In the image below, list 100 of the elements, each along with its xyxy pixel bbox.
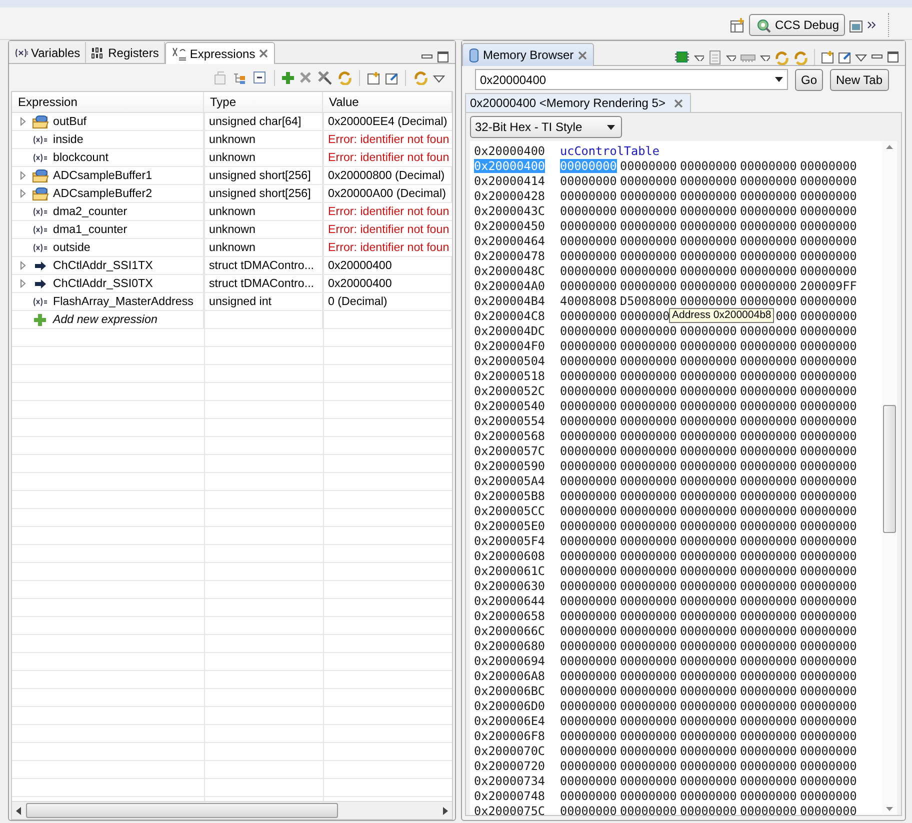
memory-word[interactable]: 00000000 [680, 668, 737, 682]
memory-word[interactable]: 00000000 [680, 698, 737, 712]
memory-word[interactable]: 00000000 [800, 624, 857, 638]
memory-word[interactable]: 00000000 [680, 158, 737, 172]
column-header[interactable]: Value [323, 92, 452, 112]
memory-word[interactable]: 00000000 [800, 744, 857, 758]
memory-word[interactable]: 00000000 [800, 684, 857, 698]
memory-word[interactable]: 00000000 [800, 474, 857, 488]
memory-word[interactable]: 00000000 [680, 744, 737, 758]
memory-word[interactable]: 00000000 [560, 204, 617, 218]
dropdown-icon[interactable] [726, 53, 736, 61]
memory-word[interactable]: 00000000 [560, 594, 617, 608]
memory-word[interactable]: 00000000 [560, 474, 617, 488]
collapse-all-icon[interactable] [252, 70, 267, 85]
remove-icon[interactable] [299, 71, 312, 84]
memory-word[interactable]: 00000000 [680, 804, 737, 818]
scrollbar-thumb[interactable] [883, 405, 896, 533]
memory-word[interactable]: 00000000 [740, 744, 797, 758]
memory-word[interactable]: 00000000 [620, 324, 677, 338]
memory-word[interactable]: 00000000 [620, 398, 677, 412]
add-expression-link[interactable]: Add new expression [53, 313, 158, 326]
remove-all-icon[interactable] [317, 70, 332, 85]
memory-word[interactable]: 00000000 [560, 518, 617, 532]
memory-word[interactable]: 00000000 [680, 488, 737, 502]
memory-word[interactable]: 00000000 [680, 188, 737, 202]
memory-word[interactable]: 00000000 [800, 384, 857, 398]
column-header[interactable]: Expression [12, 92, 204, 112]
memory-word[interactable]: 00000000 [680, 204, 737, 218]
memory-word[interactable]: 00000000 [740, 414, 797, 428]
memory-word[interactable]: 00000000 [680, 324, 737, 338]
memory-word[interactable]: 00000000 [620, 594, 677, 608]
memory-word[interactable]: 00000000 [740, 204, 797, 218]
memory-word[interactable]: 00000000 [740, 338, 797, 352]
memory-word[interactable]: 00000000 [680, 728, 737, 742]
scroll-left-icon[interactable] [16, 806, 22, 814]
memory-word[interactable]: 00000000 [620, 774, 677, 788]
memory-word[interactable]: 00000000 [740, 248, 797, 262]
maximize-icon[interactable] [437, 51, 449, 63]
memory-word[interactable]: 00000000 [740, 788, 797, 802]
memory-word[interactable]: 00000000 [680, 548, 737, 562]
memory-word[interactable]: 00000000 [620, 698, 677, 712]
memory-word[interactable]: 00000000 [740, 594, 797, 608]
memory-word[interactable]: 00000000 [560, 698, 617, 712]
memory-word[interactable]: 00000000 [560, 354, 617, 368]
memory-word[interactable]: 00000000 [800, 758, 857, 772]
memory-word[interactable]: 00000000 [800, 398, 857, 412]
dropdown-icon[interactable] [607, 124, 615, 130]
view-menu-icon[interactable] [433, 72, 445, 82]
memory-word[interactable]: 00000000 [800, 368, 857, 382]
memory-word[interactable]: 00000000 [740, 354, 797, 368]
memory-word[interactable]: 00000000 [620, 684, 677, 698]
memory-word[interactable]: 00000000 [740, 384, 797, 398]
memory-word[interactable]: 00000000 [740, 504, 797, 518]
memory-word[interactable]: 00000000 [620, 174, 677, 188]
memory-word[interactable]: 00000000 [560, 668, 617, 682]
memory-word[interactable]: 00000000 [800, 308, 857, 322]
memory-word[interactable]: 00000000 [560, 264, 617, 278]
memory-word[interactable]: 00000000 [740, 218, 797, 232]
memory-word[interactable]: 00000000 [800, 204, 857, 218]
memory-word[interactable]: 00000000 [740, 324, 797, 338]
pin-icon[interactable] [385, 70, 398, 84]
memory-word[interactable]: 00000000 [740, 518, 797, 532]
memory-word[interactable]: 00000000 [560, 578, 617, 592]
memory-word[interactable]: 00000000 [560, 608, 617, 622]
memory-word[interactable]: 00000000 [800, 338, 857, 352]
memory-word[interactable]: 00000000 [740, 488, 797, 502]
view-tab[interactable]: Registers [86, 42, 165, 63]
memory-word[interactable]: 00000000 [620, 788, 677, 802]
memory-word[interactable]: 00000000 [680, 594, 737, 608]
memory-word[interactable]: 00000000 [560, 548, 617, 562]
memory-word[interactable]: 00000000 [620, 338, 677, 352]
memory-word[interactable]: 00000000 [620, 264, 677, 278]
memory-word[interactable]: 00000000 [740, 578, 797, 592]
memory-word[interactable]: 00000000 [800, 188, 857, 202]
memory-word[interactable]: 00000000 [560, 234, 617, 248]
memory-word[interactable]: 00000000 [740, 174, 797, 188]
memory-word[interactable]: 00000000 [560, 744, 617, 758]
memory-word[interactable]: 00000000 [560, 308, 617, 322]
memory-word[interactable]: 00000000 [680, 774, 737, 788]
pin-icon[interactable] [838, 50, 851, 64]
memory-word[interactable]: 00000000 [620, 474, 677, 488]
memory-word[interactable]: 00000000 [560, 218, 617, 232]
memory-word[interactable]: 00000000 [560, 444, 617, 458]
memory-word[interactable]: 00000000 [800, 354, 857, 368]
scroll-right-icon[interactable] [442, 806, 448, 814]
memory-word[interactable]: 00000000 [740, 728, 797, 742]
memory-word[interactable]: 00000000 [800, 488, 857, 502]
memory-word[interactable]: 00000000 [560, 188, 617, 202]
memory-word[interactable]: 00000000 [680, 264, 737, 278]
memory-word[interactable]: 00000000 [680, 684, 737, 698]
memory-word[interactable]: 00000000 [740, 654, 797, 668]
memory-word[interactable]: 00000000 [560, 728, 617, 742]
memory-word[interactable]: 00000000 [620, 384, 677, 398]
memory-word[interactable]: 00000000 [560, 788, 617, 802]
memory-word[interactable]: 00000000 [620, 758, 677, 772]
memory-word[interactable]: 00000000 [740, 458, 797, 472]
address-field[interactable]: 0x20000400 [475, 69, 788, 90]
memory-word[interactable]: 00000000 [620, 714, 677, 728]
view-menu-icon[interactable] [855, 52, 867, 62]
memory-word[interactable]: 00000000 [620, 638, 677, 652]
